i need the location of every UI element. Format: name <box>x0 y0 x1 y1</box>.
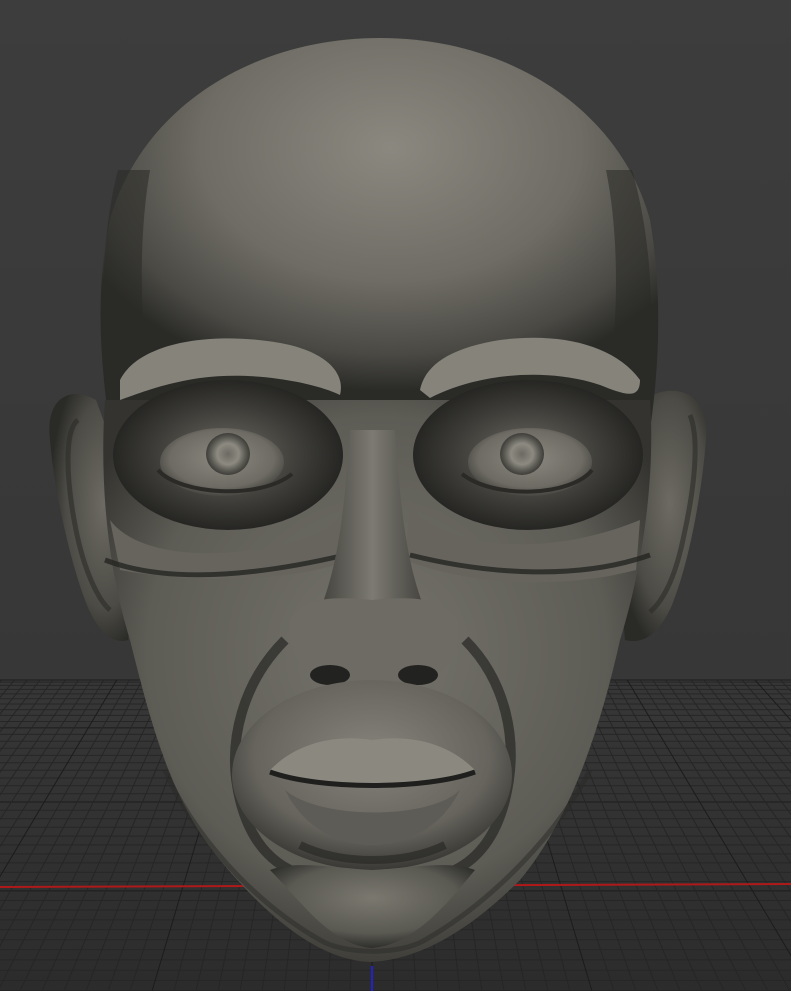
3d-viewport[interactable] <box>0 0 791 991</box>
viewport-canvas[interactable] <box>0 0 791 991</box>
right-nostril <box>398 665 438 685</box>
right-iris <box>500 433 544 475</box>
left-iris <box>206 433 250 475</box>
